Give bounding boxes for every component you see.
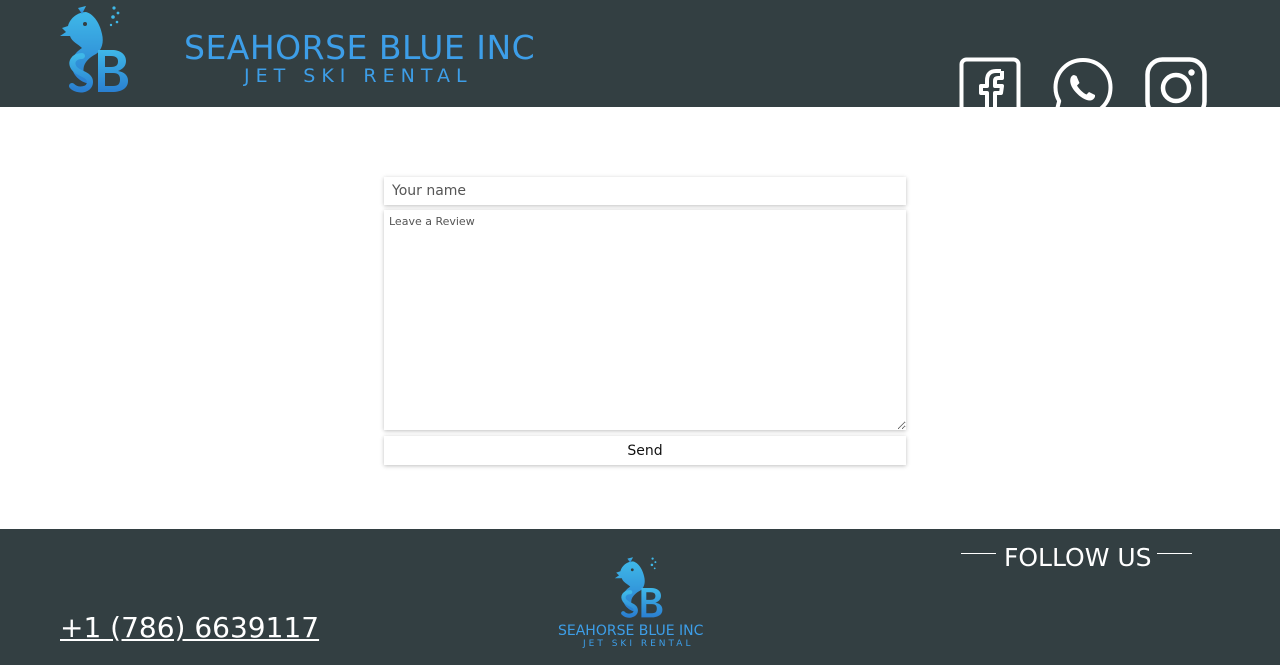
follow-us-heading: FOLLOW US xyxy=(960,543,1192,575)
brand-name: SEAHORSE BLUE INC xyxy=(184,28,536,67)
site-footer: +1 (786) 6639117 SEAHORSE BLUE INC JET S… xyxy=(0,529,1280,665)
whatsapp-link[interactable] xyxy=(1052,57,1114,119)
facebook-link[interactable] xyxy=(959,57,1021,119)
footer-brand-name: SEAHORSE BLUE INC xyxy=(558,623,704,639)
instagram-icon xyxy=(1145,57,1207,119)
footer-logo-link[interactable]: SEAHORSE BLUE INC JET SKI RENTAL xyxy=(556,555,726,651)
instagram-link[interactable] xyxy=(1145,57,1207,119)
review-textarea[interactable] xyxy=(384,210,906,430)
phone-link[interactable]: +1 (786) 6639117 xyxy=(60,611,319,644)
seahorse-logo-icon xyxy=(60,6,128,93)
send-button[interactable]: Send xyxy=(384,436,906,465)
brand-tagline: JET SKI RENTAL xyxy=(244,65,473,87)
divider xyxy=(961,553,996,554)
footer-brand-tagline: JET SKI RENTAL xyxy=(583,639,694,649)
seahorse-logo-icon xyxy=(614,557,663,618)
home-logo-link[interactable]: SEAHORSE BLUE INC JET SKI RENTAL xyxy=(56,4,566,100)
facebook-icon xyxy=(959,57,1021,119)
divider xyxy=(1157,553,1192,554)
follow-us-title: FOLLOW US xyxy=(1004,543,1152,572)
name-input[interactable] xyxy=(384,177,906,205)
whatsapp-icon xyxy=(1053,58,1113,118)
